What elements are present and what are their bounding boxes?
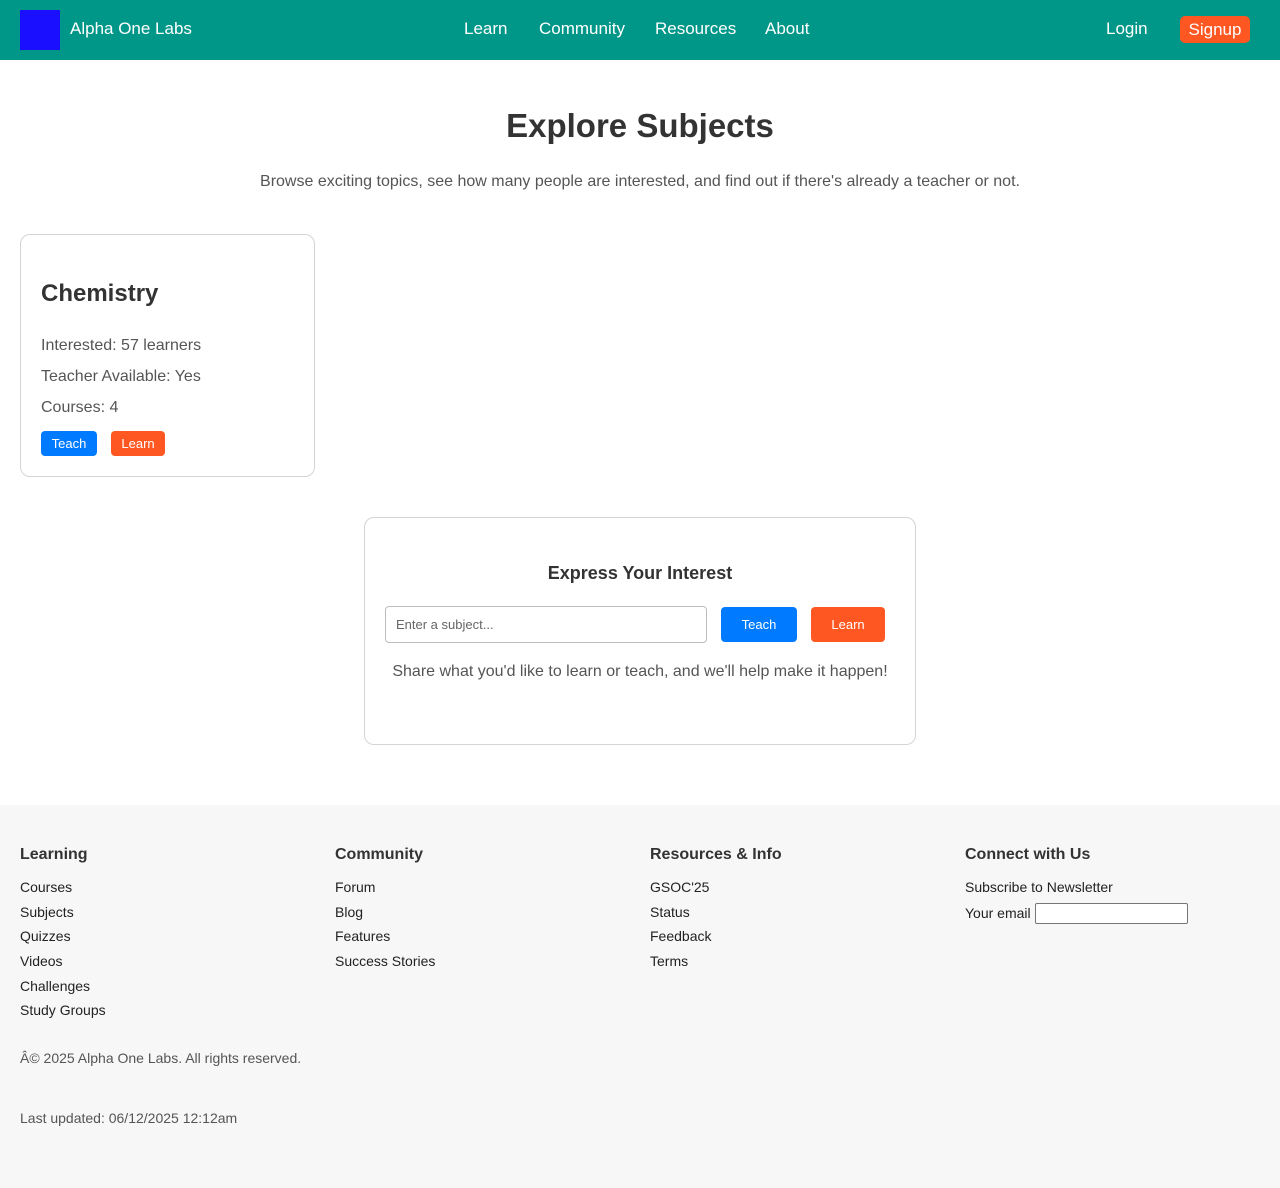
footer: Learning Courses Subjects Quizzes Videos…: [0, 805, 1280, 1188]
last-updated-text: Last updated: 06/12/2025 12:12am: [20, 1110, 238, 1126]
login-link[interactable]: Login: [1106, 19, 1148, 39]
subject-teacher-status: Teacher Available: Yes: [41, 368, 201, 385]
nav-resources[interactable]: Resources: [655, 19, 736, 39]
top-navbar: Alpha One Labs Learn Community Resources…: [0, 0, 1280, 60]
subject-courses-count: Courses: 4: [41, 399, 119, 416]
subject-card-chemistry: Chemistry Interested: 57 learners Teache…: [20, 234, 315, 477]
footer-col-connect: Connect with Us Subscribe to Newsletter …: [965, 845, 1188, 924]
footer-link-features[interactable]: Features: [335, 928, 435, 945]
subject-teach-button[interactable]: Teach: [41, 431, 97, 456]
page-subtitle: Browse exciting topics, see how many peo…: [260, 173, 1020, 190]
footer-link-forum[interactable]: Forum: [335, 879, 435, 896]
footer-col-learning: Learning Courses Subjects Quizzes Videos…: [20, 845, 106, 1027]
interest-teach-button[interactable]: Teach: [721, 607, 797, 642]
footer-link-gsoc[interactable]: GSOC'25: [650, 879, 782, 896]
newsletter-label: Subscribe to Newsletter: [965, 879, 1113, 895]
nav-learn[interactable]: Learn: [464, 19, 507, 39]
footer-link-terms[interactable]: Terms: [650, 953, 782, 970]
footer-link-study-groups[interactable]: Study Groups: [20, 1002, 106, 1019]
nav-about[interactable]: About: [765, 19, 809, 39]
page-title: Explore Subjects: [506, 107, 774, 144]
footer-link-quizzes[interactable]: Quizzes: [20, 928, 106, 945]
newsletter-email-input[interactable]: [1034, 903, 1188, 924]
subject-interested-count: Interested: 57 learners: [41, 337, 202, 354]
subject-name: Chemistry: [41, 280, 159, 307]
nav-community[interactable]: Community: [539, 19, 625, 39]
copyright-text: Â© 2025 Alpha One Labs. All rights reser…: [20, 1050, 302, 1066]
brand-name[interactable]: Alpha One Labs: [70, 19, 192, 39]
footer-link-challenges[interactable]: Challenges: [20, 978, 106, 995]
footer-link-videos[interactable]: Videos: [20, 953, 106, 970]
interest-learn-button[interactable]: Learn: [811, 607, 885, 642]
signup-button[interactable]: Signup: [1180, 16, 1250, 43]
interest-title: Express Your Interest: [547, 563, 733, 583]
footer-heading-learning: Learning: [20, 846, 88, 863]
footer-link-subjects[interactable]: Subjects: [20, 904, 106, 921]
subject-learn-button[interactable]: Learn: [111, 431, 165, 456]
interest-note: Share what you'd like to learn or teach,…: [392, 663, 888, 680]
newsletter-email-row: Your email: [965, 903, 1188, 924]
footer-link-courses[interactable]: Courses: [20, 879, 106, 896]
footer-heading-connect: Connect with Us: [965, 846, 1091, 863]
footer-heading-community: Community: [335, 846, 423, 863]
footer-link-success-stories[interactable]: Success Stories: [335, 953, 435, 970]
express-interest-panel: Express Your Interest Teach Learn Share …: [364, 517, 916, 745]
footer-col-resources: Resources & Info GSOC'25 Status Feedback…: [650, 845, 782, 978]
footer-link-status[interactable]: Status: [650, 904, 782, 921]
logo[interactable]: [20, 10, 60, 50]
subject-input[interactable]: [385, 606, 707, 643]
footer-heading-resources: Resources & Info: [650, 846, 782, 863]
footer-col-community: Community Forum Blog Features Success St…: [335, 845, 435, 978]
email-label: Your email: [965, 905, 1031, 921]
footer-link-feedback[interactable]: Feedback: [650, 928, 782, 945]
footer-link-blog[interactable]: Blog: [335, 904, 435, 921]
